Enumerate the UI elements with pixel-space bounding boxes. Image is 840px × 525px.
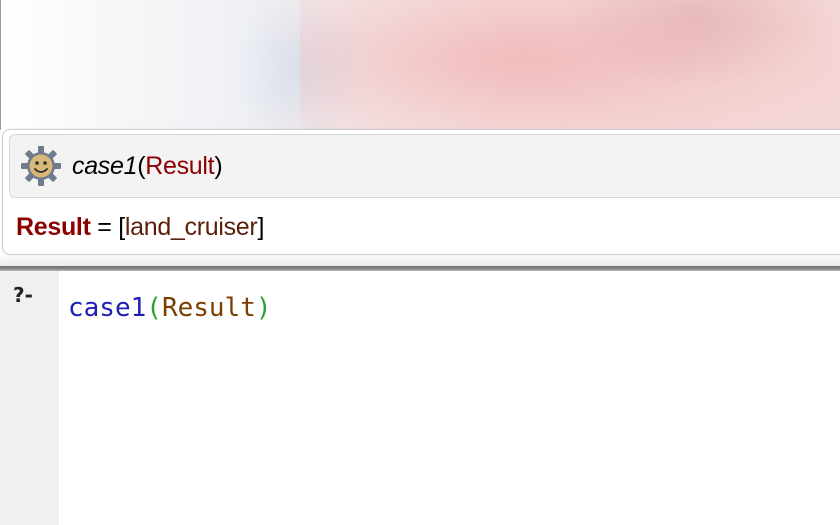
window-edge — [0, 0, 1, 130]
query-predicate: case1 — [72, 152, 138, 180]
code-variable: Result — [161, 293, 256, 323]
query-close-paren: ) — [214, 152, 223, 180]
swish-window: case1(Result) Result = [land_cruiser] ?-… — [0, 0, 840, 525]
editor-gutter — [0, 271, 59, 525]
query-variable: Result — [145, 152, 215, 180]
result-close-bracket: ] — [257, 213, 265, 241]
code-predicate: case1 — [68, 293, 147, 323]
background-banner-image — [0, 0, 840, 130]
query-header[interactable]: case1(Result) — [9, 134, 840, 198]
swish-gear-smiley-icon — [21, 146, 61, 186]
result-variable: Result — [16, 213, 91, 241]
result-binding: Result = [land_cruiser] — [16, 210, 264, 244]
query-editor-code[interactable]: case1(Result) — [68, 290, 272, 326]
code-open-paren: ( — [146, 293, 162, 323]
answer-panel: case1(Result) Result = [land_cruiser] — [2, 129, 840, 255]
divider-shadow — [0, 253, 840, 266]
result-equals: = — [90, 213, 119, 241]
result-open-bracket: [ — [118, 213, 125, 241]
result-value: land_cruiser — [124, 213, 258, 241]
query-prompt-label: ?- — [13, 283, 33, 307]
answer-query: case1(Result) — [72, 149, 223, 183]
code-close-paren: ) — [255, 293, 272, 323]
